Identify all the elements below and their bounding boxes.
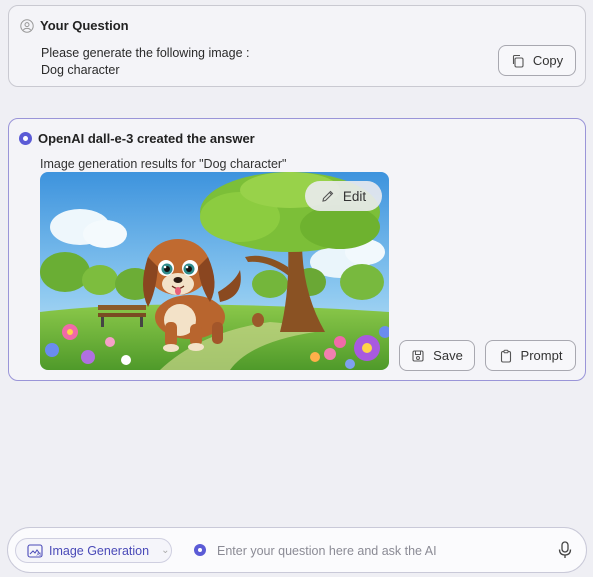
answer-header: OpenAI dall-e-3 created the answer: [19, 131, 255, 146]
edit-label: Edit: [342, 188, 367, 204]
image-ai-icon: AI: [27, 543, 43, 558]
microphone-icon[interactable]: [557, 541, 573, 559]
mode-label: Image Generation: [49, 543, 150, 558]
clipboard-icon: [500, 349, 511, 363]
svg-text:AI: AI: [37, 552, 41, 558]
chat-input-bar: AI Image Generation ⌄: [7, 527, 587, 573]
question-input[interactable]: [217, 539, 547, 563]
answer-card: OpenAI dall-e-3 created the answer Image…: [8, 118, 586, 381]
copy-icon: [512, 54, 524, 68]
question-line-1: Please generate the following image :: [41, 46, 250, 60]
chevron-down-icon: ⌄: [161, 545, 170, 556]
copy-button[interactable]: Copy: [498, 45, 576, 76]
question-card: Your Question Please generate the follow…: [8, 5, 586, 87]
question-title: Your Question: [40, 18, 129, 33]
question-header: Your Question: [20, 18, 129, 33]
question-text: Please generate the following image : Do…: [41, 45, 249, 79]
prompt-label: Prompt: [520, 348, 563, 363]
answer-title: OpenAI dall-e-3 created the answer: [38, 131, 255, 146]
question-line-2: Dog character: [41, 63, 120, 77]
image-generation-mode-select[interactable]: AI Image Generation ⌄: [15, 538, 172, 563]
pencil-icon: [322, 190, 334, 202]
copy-label: Copy: [532, 53, 564, 68]
save-icon: [412, 349, 424, 362]
edit-button[interactable]: Edit: [305, 181, 382, 211]
prompt-button[interactable]: Prompt: [485, 340, 576, 371]
radio-dot-icon: [19, 132, 32, 145]
save-button[interactable]: Save: [399, 340, 475, 371]
generated-image[interactable]: Edit: [40, 172, 389, 370]
answer-subtitle: Image generation results for "Dog charac…: [40, 157, 287, 171]
person-icon: [20, 18, 34, 33]
save-label: Save: [433, 348, 463, 363]
radio-dot-icon: [194, 544, 206, 556]
